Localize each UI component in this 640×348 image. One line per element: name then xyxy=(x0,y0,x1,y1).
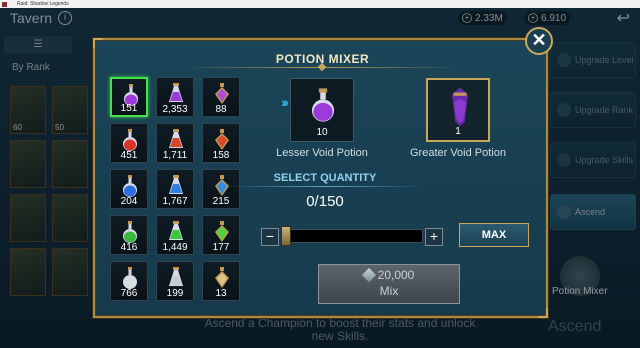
potion-icon xyxy=(215,129,229,150)
target-potion-count: 1 xyxy=(455,126,461,137)
potion-icon xyxy=(169,83,183,102)
potion-slot[interactable]: 1,767 xyxy=(156,169,194,209)
source-potion-count: 10 xyxy=(316,127,328,138)
potion-slot[interactable]: 88 xyxy=(202,77,240,117)
frame-corner xyxy=(93,38,103,48)
window-titlebar: Raid: Shadow Legends xyxy=(0,0,640,8)
potion-slot[interactable]: 204 xyxy=(110,169,148,209)
potion-slot[interactable]: 177 xyxy=(202,215,240,255)
quantity-value: 0/150 xyxy=(306,193,344,210)
potion-icon xyxy=(123,175,137,197)
potion-slot[interactable]: 1,449 xyxy=(156,215,194,255)
potion-slot[interactable]: 451 xyxy=(110,123,148,163)
potion-icon xyxy=(123,221,137,243)
select-quantity-label: SELECT QUANTITY xyxy=(273,172,377,184)
potion-count: 451 xyxy=(120,150,138,161)
silver-cost-icon xyxy=(361,267,376,283)
potion-count: 199 xyxy=(166,288,184,299)
decrease-quantity-button[interactable]: − xyxy=(261,228,279,246)
target-potion-slot: 1 xyxy=(426,78,490,142)
potion-slot[interactable]: 199 xyxy=(156,261,194,301)
potion-slot[interactable]: 416 xyxy=(110,215,148,255)
close-button[interactable]: ✕ xyxy=(525,27,553,55)
quantity-slider[interactable] xyxy=(287,229,423,243)
window-title: Raid: Shadow Legends xyxy=(17,1,69,7)
potion-count: 177 xyxy=(212,242,230,253)
quantity-slider-handle[interactable] xyxy=(281,226,291,246)
potion-count: 1,711 xyxy=(162,150,188,161)
potion-count: 2,353 xyxy=(162,104,188,115)
potion-slot[interactable]: 13 xyxy=(202,261,240,301)
mix-button-label: Mix xyxy=(379,284,399,298)
potion-count: 151 xyxy=(120,103,138,114)
lesser-void-potion-icon xyxy=(311,88,335,122)
potion-slot[interactable]: 1,711 xyxy=(156,123,194,163)
potion-icon xyxy=(215,267,229,288)
max-quantity-button[interactable]: MAX xyxy=(459,223,529,247)
greater-void-potion-icon xyxy=(452,87,468,127)
potion-slot[interactable]: 151 xyxy=(110,77,148,117)
mix-button[interactable]: 20,000 Mix xyxy=(318,264,460,304)
potion-icon xyxy=(169,175,183,194)
potion-icon xyxy=(169,221,183,240)
source-potion-slot: 10 xyxy=(290,78,354,142)
potion-icon xyxy=(123,267,137,289)
potion-icon xyxy=(169,267,183,286)
potion-count: 416 xyxy=(120,242,138,253)
potion-slot[interactable]: 2,353 xyxy=(156,77,194,117)
potion-count: 158 xyxy=(212,150,230,161)
potion-count: 204 xyxy=(120,196,138,207)
potion-count: 766 xyxy=(120,288,138,299)
source-potion-name: Lesser Void Potion xyxy=(276,147,368,159)
increase-quantity-button[interactable]: + xyxy=(425,228,443,246)
potion-count: 1,767 xyxy=(162,196,188,207)
mix-cost-value: 20,000 xyxy=(377,268,415,282)
target-potion-name: Greater Void Potion xyxy=(409,147,506,159)
potion-icon xyxy=(215,221,229,242)
potion-count: 13 xyxy=(215,288,227,299)
convert-arrows-icon: ››› xyxy=(281,94,289,110)
potion-slot[interactable]: 766 xyxy=(110,261,148,301)
potion-slot[interactable]: 158 xyxy=(202,123,240,163)
potion-icon xyxy=(169,129,183,148)
frame-corner xyxy=(538,308,548,318)
potion-count: 88 xyxy=(215,104,227,115)
app-icon xyxy=(2,1,7,7)
potion-icon xyxy=(215,83,229,104)
potion-mixer-dialog: POTION MIXER 151 2,353 88 451 1,711 158 204 1,7… xyxy=(93,38,548,318)
mix-cost: 20,000 xyxy=(319,267,459,283)
potion-count: 1,449 xyxy=(162,242,188,253)
potion-icon xyxy=(123,129,137,151)
quantity-divider xyxy=(225,186,425,187)
